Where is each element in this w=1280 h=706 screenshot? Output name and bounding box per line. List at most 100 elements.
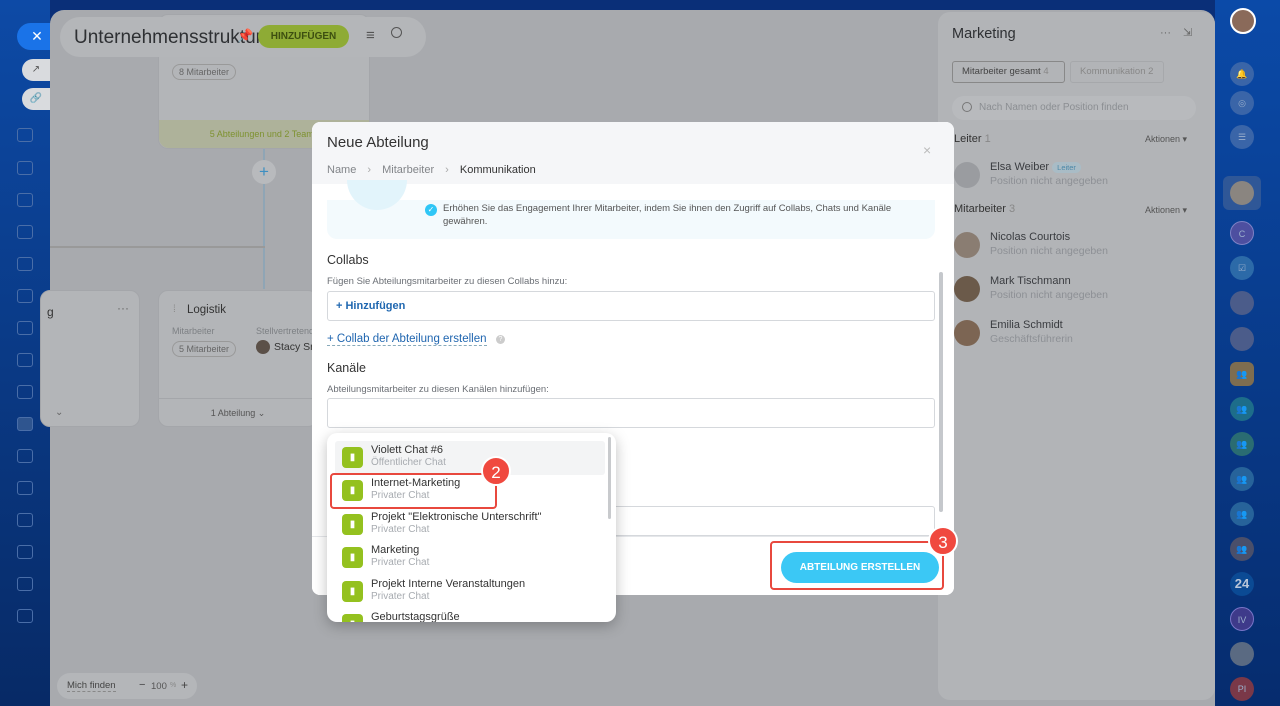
- dropdown-option[interactable]: ▮ Geburtstagsgrüße: [335, 608, 605, 622]
- search-input[interactable]: Nach Namen oder Position finden: [952, 96, 1196, 120]
- bell-icon[interactable]: 🔔: [1230, 62, 1254, 86]
- highlight-step-3: [770, 541, 944, 590]
- channel-dropdown: ▮ Violett Chat #6 Öffentlicher Chat ▮ Inter…: [327, 433, 616, 622]
- collabs-hint: Fügen Sie Abteilungsmitarbeiter zu diese…: [327, 276, 568, 287]
- channels-input[interactable]: [327, 398, 935, 428]
- check-icon: ✓: [425, 204, 437, 216]
- option-subtitle: Öffentlicher Chat: [371, 457, 446, 468]
- chevron-down-icon[interactable]: ⌄: [55, 407, 63, 418]
- menu-icon[interactable]: ≡: [366, 27, 375, 44]
- dropdown-option[interactable]: ▮ Violett Chat #6 Öffentlicher Chat: [335, 441, 605, 475]
- section-label: Mitarbeiter: [954, 203, 1006, 215]
- avatar: [954, 276, 980, 302]
- store-icon[interactable]: [17, 609, 33, 623]
- pin-icon[interactable]: 📌: [237, 28, 253, 44]
- zoom-out-button[interactable]: −: [139, 679, 145, 691]
- department-card-logistik[interactable]: ⁞ Logistik Mitarbeiter Stellvertretend 5…: [158, 290, 318, 427]
- dropdown-option[interactable]: ▮ Marketing Privater Chat: [335, 541, 605, 575]
- chat-avatar[interactable]: C: [1230, 221, 1254, 245]
- group-chat-icon[interactable]: 👥: [1230, 467, 1254, 491]
- user-avatar[interactable]: [1230, 8, 1256, 34]
- group-chat-icon[interactable]: 👥: [1230, 502, 1254, 526]
- dialog-header: Neue Abteilung × Name › Mitarbeiter › Ko…: [312, 122, 954, 184]
- department-card[interactable]: g ··· ⌄: [40, 290, 140, 427]
- chat-icon[interactable]: ☰: [1230, 125, 1254, 149]
- link-icon[interactable]: 🔗: [22, 88, 50, 110]
- active-chat[interactable]: [1223, 176, 1261, 210]
- search-icon[interactable]: [391, 27, 402, 38]
- page-title: Unternehmensstruktur: [74, 27, 262, 48]
- group-chat-icon[interactable]: 👥: [1230, 362, 1254, 386]
- dialog-title: Neue Abteilung: [327, 134, 429, 151]
- analytics-icon[interactable]: [17, 513, 33, 527]
- chat-avatar[interactable]: PI: [1230, 677, 1254, 701]
- chat-icon[interactable]: [17, 161, 33, 175]
- person-name: Nicolas Courtois: [990, 231, 1071, 243]
- feed-icon[interactable]: [17, 128, 33, 142]
- help-icon[interactable]: ?: [496, 335, 505, 344]
- person-name: Emilia Schmidt: [990, 319, 1063, 331]
- tab-label: Kommunikation: [1080, 66, 1146, 77]
- mail-icon[interactable]: [17, 289, 33, 303]
- zoom-in-button[interactable]: +: [181, 678, 188, 692]
- group-chat-icon[interactable]: 👥: [1230, 432, 1254, 456]
- tab-communication[interactable]: Kommunikation 2: [1070, 61, 1164, 83]
- target-icon[interactable]: [17, 481, 33, 495]
- actions-dropdown[interactable]: Aktionen ▾: [1145, 205, 1187, 216]
- cart-icon[interactable]: [17, 449, 33, 463]
- add-department-button[interactable]: +: [252, 160, 276, 184]
- tasks-icon[interactable]: ☑: [1230, 256, 1254, 280]
- crm-icon[interactable]: [17, 225, 33, 239]
- filter-icon[interactable]: [17, 353, 33, 367]
- bot-icon[interactable]: [17, 577, 33, 591]
- chat-avatar[interactable]: IV: [1230, 607, 1254, 631]
- collabs-input[interactable]: + Hinzufügen: [327, 291, 935, 321]
- add-collab-button[interactable]: + Hinzufügen: [336, 300, 405, 312]
- actions-label: Aktionen: [1145, 205, 1181, 215]
- breadcrumb-step-name[interactable]: Name: [327, 164, 356, 176]
- option-subtitle: Privater Chat: [371, 591, 430, 602]
- group-chat-icon[interactable]: 👥: [1230, 397, 1254, 421]
- tab-all-employees[interactable]: Mitarbeiter gesamt 4: [952, 61, 1065, 83]
- option-subtitle: Privater Chat: [371, 524, 430, 535]
- sites-icon[interactable]: [17, 545, 33, 559]
- megaphone-icon: ▮: [342, 514, 363, 535]
- chat-avatar[interactable]: [1230, 642, 1254, 666]
- more-icon[interactable]: ···: [1160, 27, 1171, 39]
- zoom-unit: %: [170, 682, 177, 689]
- section-label: Leiter: [954, 133, 982, 145]
- step-badge-3: 3: [928, 526, 958, 556]
- dropdown-scrollbar[interactable]: [608, 437, 611, 519]
- actions-dropdown[interactable]: Aktionen ▾: [1145, 134, 1187, 145]
- create-collab-link[interactable]: + Collab der Abteilung erstellen: [327, 333, 487, 346]
- group-chat-icon[interactable]: 👥: [1230, 537, 1254, 561]
- copilot-icon[interactable]: ◎: [1230, 91, 1254, 115]
- zoom-controls: Mich finden − 100 % +: [57, 673, 197, 699]
- find-me-link[interactable]: Mich finden: [67, 680, 116, 692]
- close-icon[interactable]: ×: [923, 142, 931, 158]
- company-structure-icon[interactable]: [17, 417, 33, 431]
- dropdown-option[interactable]: ▮ Projekt "Elektronische Unterschrift" Pri…: [335, 508, 605, 542]
- zoom-level: 100: [151, 681, 167, 692]
- chat-avatar[interactable]: [1230, 327, 1254, 351]
- drag-handle-icon[interactable]: ⁞: [173, 304, 176, 315]
- deputy-label: Stellvertretend: [256, 326, 315, 336]
- megaphone-icon: ▮: [342, 581, 363, 602]
- megaphone-icon: ▮: [342, 447, 363, 468]
- subdepartments-toggle[interactable]: 1 Abteilung ⌄: [159, 398, 317, 426]
- dropdown-option[interactable]: ▮ Projekt Interne Veranstaltungen Privater…: [335, 575, 605, 609]
- open-external-icon[interactable]: ↗: [22, 59, 50, 81]
- bitrix24-icon[interactable]: 24: [1230, 572, 1254, 596]
- scrollbar[interactable]: [939, 272, 943, 512]
- calendar-icon[interactable]: [17, 321, 33, 335]
- document-icon[interactable]: [17, 385, 33, 399]
- person-position: Position nicht angegeben: [990, 289, 1108, 301]
- breadcrumb-step-employees[interactable]: Mitarbeiter: [382, 164, 434, 176]
- collapse-icon[interactable]: ⇲: [1183, 26, 1192, 39]
- contacts-icon[interactable]: [17, 193, 33, 207]
- employee-count: 5 Mitarbeiter: [172, 341, 237, 357]
- tasks-icon[interactable]: [17, 257, 33, 271]
- add-button[interactable]: HINZUFÜGEN: [258, 25, 349, 48]
- more-icon[interactable]: ···: [117, 301, 129, 315]
- chat-avatar[interactable]: [1230, 291, 1254, 315]
